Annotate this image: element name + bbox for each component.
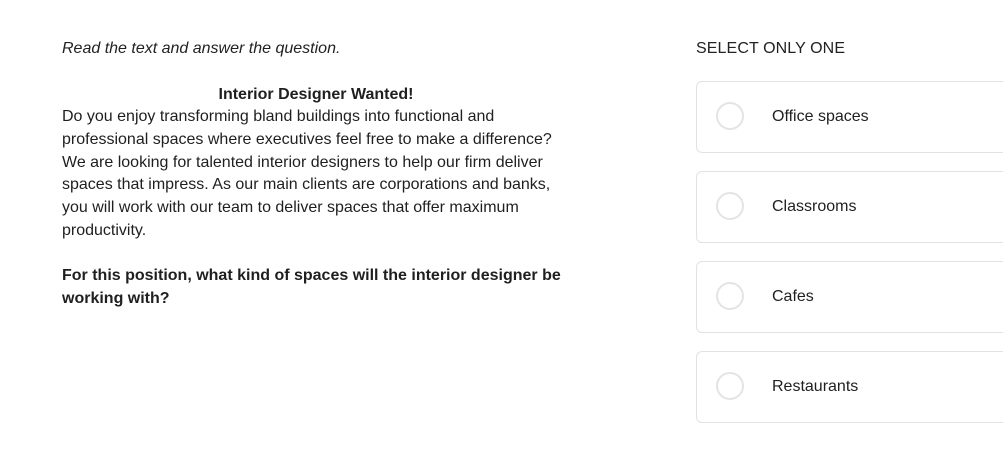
option-restaurants[interactable]: Restaurants <box>696 351 1003 423</box>
passage-title: Interior Designer Wanted! <box>218 86 414 103</box>
answer-panel: SELECT ONLY ONE Office spaces Classrooms… <box>696 38 1003 441</box>
passage-body: Do you enjoy transforming bland building… <box>62 108 552 239</box>
reading-panel: Read the text and answer the question. I… <box>62 38 582 310</box>
option-label: Office spaces <box>772 108 869 125</box>
option-label: Cafes <box>772 288 814 305</box>
instruction-text: Read the text and answer the question. <box>62 40 341 57</box>
radio-button[interactable] <box>716 372 744 400</box>
option-label: Restaurants <box>772 378 859 395</box>
option-office-spaces[interactable]: Office spaces <box>696 81 1003 153</box>
option-classrooms[interactable]: Classrooms <box>696 171 1003 243</box>
radio-button[interactable] <box>716 102 744 130</box>
radio-button[interactable] <box>716 282 744 310</box>
select-instruction: SELECT ONLY ONE <box>696 40 846 57</box>
options-list: Office spaces Classrooms Cafes Restauran… <box>696 81 1003 423</box>
option-label: Classrooms <box>772 198 857 215</box>
question-text: For this position, what kind of spaces w… <box>62 266 561 307</box>
radio-button[interactable] <box>716 192 744 220</box>
passage: Interior Designer Wanted! Do you enjoy t… <box>62 84 582 243</box>
option-cafes[interactable]: Cafes <box>696 261 1003 333</box>
